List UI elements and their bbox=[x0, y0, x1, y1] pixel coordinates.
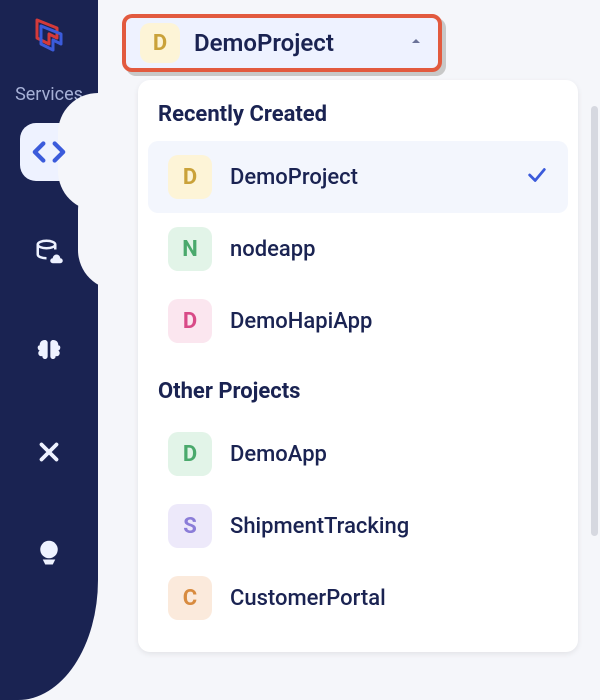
sidebar-item-integrations[interactable] bbox=[20, 423, 78, 481]
brain-icon bbox=[32, 335, 66, 369]
project-item[interactable]: Nnodeapp bbox=[148, 213, 568, 285]
recent-list: D DemoProject Nnodeapp D DemoHapiApp bbox=[138, 141, 578, 357]
project-avatar: N bbox=[168, 227, 212, 271]
project-label: DemoHapiApp bbox=[230, 309, 372, 334]
project-item[interactable]: D DemoHapiApp bbox=[148, 285, 568, 357]
sidebar-item-database[interactable] bbox=[20, 223, 78, 281]
selector-avatar: D bbox=[140, 23, 180, 63]
project-item[interactable]: D DemoApp bbox=[148, 418, 568, 490]
project-dropdown: Recently Created D DemoProject Nnodeapp D De… bbox=[138, 80, 578, 652]
project-item[interactable]: C CustomerPortal bbox=[148, 562, 568, 634]
brand-logo bbox=[27, 12, 71, 56]
code-icon bbox=[32, 135, 66, 169]
selector-project-name: DemoProject bbox=[194, 29, 334, 57]
check-icon bbox=[526, 164, 548, 190]
project-avatar: S bbox=[168, 504, 212, 548]
sidebar-item-code[interactable] bbox=[20, 123, 78, 181]
project-selector[interactable]: D DemoProject bbox=[122, 14, 442, 72]
caret-up-icon bbox=[408, 33, 424, 53]
project-avatar: D bbox=[168, 155, 212, 199]
database-cloud-icon bbox=[32, 235, 66, 269]
sidebar: Services bbox=[0, 0, 98, 700]
section-other-title: Other Projects bbox=[138, 357, 578, 418]
link-icon bbox=[32, 435, 66, 469]
project-avatar: D bbox=[168, 432, 212, 476]
sidebar-item-ai[interactable] bbox=[20, 323, 78, 381]
scrollbar[interactable] bbox=[591, 106, 598, 536]
project-avatar: C bbox=[168, 576, 212, 620]
crystal-ball-icon bbox=[32, 535, 66, 569]
project-label: DemoProject bbox=[230, 165, 358, 190]
project-label: ShipmentTracking bbox=[230, 514, 409, 539]
section-recent-title: Recently Created bbox=[138, 94, 578, 141]
project-avatar: D bbox=[168, 299, 212, 343]
project-label: CustomerPortal bbox=[230, 586, 386, 611]
project-label: nodeapp bbox=[230, 237, 316, 262]
project-item[interactable]: S ShipmentTracking bbox=[148, 490, 568, 562]
project-label: DemoApp bbox=[230, 442, 327, 467]
project-item[interactable]: D DemoProject bbox=[148, 141, 568, 213]
other-list: D DemoApp S ShipmentTracking C CustomerPortal bbox=[138, 418, 578, 634]
sidebar-item-insights[interactable] bbox=[20, 523, 78, 581]
